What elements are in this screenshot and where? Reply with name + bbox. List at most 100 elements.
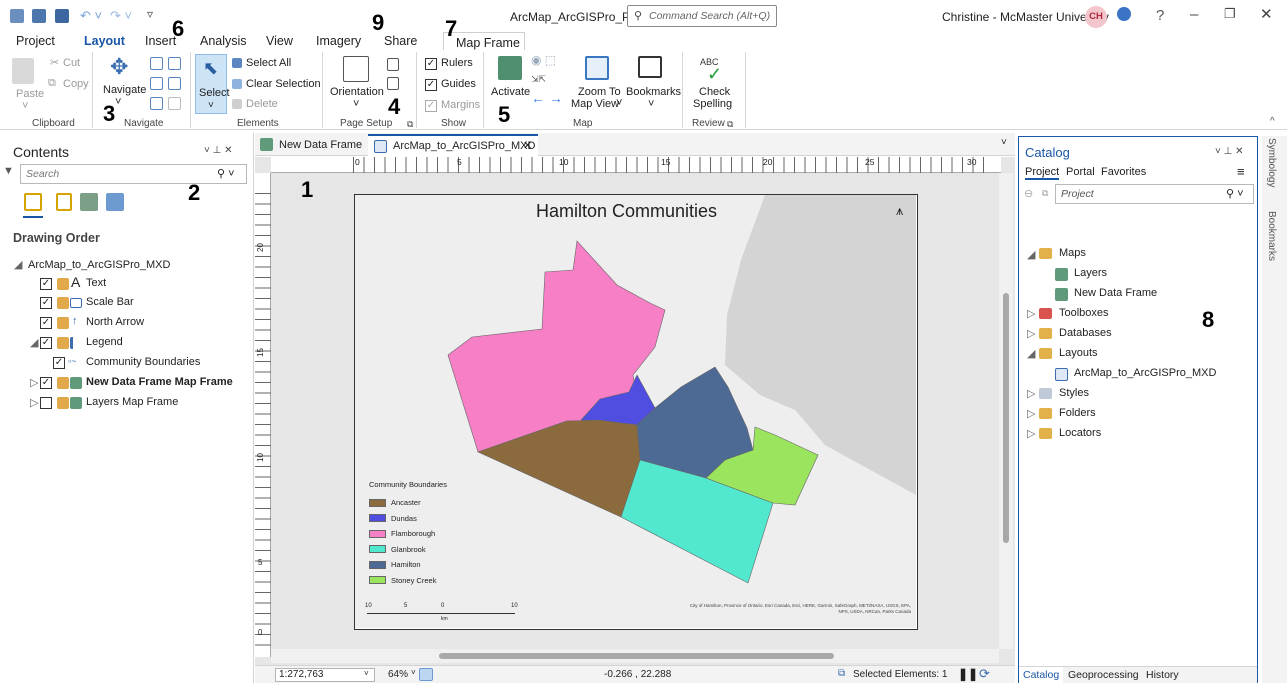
paste-icon[interactable] (12, 58, 34, 84)
catalog-layouts[interactable]: Layouts (1059, 347, 1098, 359)
page-setup-launcher-icon[interactable]: ⧉ (407, 119, 413, 130)
legend-expand-icon[interactable]: ◢ (30, 336, 38, 349)
project-icon[interactable] (10, 9, 24, 23)
side-tab-bookmarks[interactable]: Bookmarks (1266, 211, 1277, 261)
expand-icon[interactable]: ▷ (30, 376, 38, 389)
search-icon[interactable]: ⚲ ˅ (1226, 187, 1244, 200)
catalog-layers-map[interactable]: Layers (1074, 267, 1107, 279)
fixed-zoom-icon[interactable]: ⇲⇱ (531, 74, 546, 85)
activate-button[interactable]: Activate (491, 86, 530, 98)
tab-layout[interactable]: Layout (84, 34, 125, 48)
catalog-locators[interactable]: Locators (1059, 427, 1101, 439)
layers-map-frame-label[interactable]: Layers Map Frame (86, 396, 178, 408)
expand-icon[interactable]: ◢ (1027, 248, 1035, 261)
zoom-selected-icon[interactable] (150, 77, 163, 90)
scale-input[interactable]: 1:272,763 ˅ (275, 668, 375, 682)
tab-new-data-frame[interactable]: New Data Frame (279, 139, 362, 151)
horizontal-scroll-thumb[interactable] (439, 653, 834, 659)
tab-layout-document[interactable]: ArcMap_to_ArcGISPro_MXD ✕ (368, 134, 538, 156)
scale-bar[interactable]: 10 5 0 10 km (365, 603, 518, 623)
paste-button[interactable]: Paste (16, 88, 44, 100)
new-data-frame-visibility-checkbox[interactable]: ✓ (40, 377, 52, 389)
tab-imagery[interactable]: Imagery (316, 34, 361, 48)
close-tab-icon[interactable]: ✕ (523, 139, 532, 152)
back-icon[interactable]: ⊖ (1024, 187, 1033, 200)
bookmarks-button[interactable]: Bookmarks (626, 86, 681, 98)
lock-icon[interactable] (57, 337, 69, 349)
navigate-icon[interactable]: ✥ (110, 54, 128, 80)
layers-map-frame-visibility-checkbox[interactable] (40, 397, 52, 409)
tab-analysis[interactable]: Analysis (200, 34, 247, 48)
catalog-maps[interactable]: Maps (1059, 247, 1086, 259)
refresh-icon[interactable]: ⟳ (979, 666, 990, 682)
legend-label[interactable]: Legend (86, 336, 123, 348)
list-by-drawing-order-icon[interactable] (24, 193, 42, 211)
undo-icon[interactable]: ↶ ˅ (80, 8, 102, 24)
margins-checkbox[interactable]: ✓ (425, 100, 437, 112)
catalog-styles[interactable]: Styles (1059, 387, 1089, 399)
expand-icon[interactable]: ▷ (1027, 427, 1035, 440)
command-search[interactable]: ⚲ Command Search (Alt+Q) (627, 5, 777, 27)
vertical-scrollbar[interactable] (999, 173, 1013, 649)
lock-icon[interactable] (57, 397, 69, 409)
pane-options-icon[interactable]: ˅ ⊥ ✕ (1215, 146, 1244, 157)
minimize-icon[interactable]: – (1190, 6, 1198, 23)
lock-icon[interactable] (57, 278, 69, 290)
zoom-to-icon[interactable] (585, 56, 609, 80)
layout-page[interactable]: Hamilton Communities ⩚ Community Boundar… (354, 194, 918, 630)
tab-map-frame[interactable]: Map Frame (456, 36, 520, 50)
save-icon[interactable] (55, 9, 69, 23)
north-arrow-label[interactable]: North Arrow (86, 316, 144, 328)
horizontal-scrollbar[interactable] (271, 649, 999, 663)
vertical-scroll-thumb[interactable] (1003, 293, 1009, 543)
bottom-tab-history[interactable]: History (1146, 669, 1179, 681)
notifications-icon[interactable] (1117, 7, 1131, 21)
user-name[interactable]: Christine - McMaster University (942, 10, 1109, 24)
copy-button[interactable]: Copy (63, 78, 89, 90)
catalog-toolboxes[interactable]: Toolboxes (1059, 307, 1109, 319)
tab-project[interactable]: Project (16, 34, 55, 48)
new-data-frame-label[interactable]: New Data Frame Map Frame (86, 376, 233, 388)
back-forward-icon[interactable]: ← → (531, 90, 563, 106)
orientation-icon[interactable] (343, 56, 369, 82)
community-boundaries-label[interactable]: Community Boundaries (86, 356, 200, 368)
expand-icon[interactable]: ▷ (1027, 407, 1035, 420)
help-icon[interactable]: ? (1156, 7, 1164, 24)
previous-extent-icon[interactable] (150, 97, 163, 110)
avatar[interactable]: CH (1085, 6, 1107, 28)
close-icon[interactable]: ✕ (1260, 5, 1273, 23)
list-by-selection-icon[interactable] (80, 193, 98, 211)
text-element-label[interactable]: Text (86, 277, 106, 289)
tab-share[interactable]: Share (384, 34, 417, 48)
north-arrow-visibility-checkbox[interactable]: ✓ (40, 317, 52, 329)
select-all-button[interactable]: Select All (246, 57, 291, 69)
catalog-databases[interactable]: Databases (1059, 327, 1112, 339)
list-by-source-icon[interactable] (56, 193, 72, 211)
search-icon[interactable]: ⚲ ˅ (217, 167, 235, 180)
bottom-tab-catalog[interactable]: Catalog (1019, 667, 1064, 683)
review-launcher-icon[interactable]: ⧉ (727, 119, 733, 130)
redo-icon[interactable]: ↷ ˅ (110, 8, 132, 24)
tab-list-icon[interactable]: ˅ (1001, 137, 1007, 148)
navigate-button[interactable]: Navigate (103, 84, 146, 96)
list-by-snapping-icon[interactable] (106, 193, 124, 211)
catalog-search-input[interactable]: Project ⚲ ˅ (1055, 184, 1254, 204)
zoom-level[interactable]: 64% (388, 669, 408, 680)
catalog-tab-project[interactable]: Project (1025, 166, 1060, 180)
contents-search-input[interactable]: Search ⚲ ˅ (20, 164, 247, 184)
pause-drawing-icon[interactable]: ❚❚ (958, 667, 978, 681)
catalog-layout-item[interactable]: ArcMap_to_ArcGISPro_MXD (1074, 367, 1216, 379)
pane-options-icon[interactable]: ˅ ⊥ ✕ (204, 145, 233, 156)
expand-icon[interactable]: ▷ (30, 396, 38, 409)
lock-icon[interactable] (57, 317, 69, 329)
bookmarks-icon[interactable] (638, 56, 662, 78)
zoom-page-icon[interactable] (168, 77, 181, 90)
map-title-text[interactable]: Hamilton Communities (536, 201, 717, 222)
catalog-tab-favorites[interactable]: Favorites (1101, 166, 1146, 178)
expand-icon[interactable]: ▷ (1027, 327, 1035, 340)
legend-visibility-checkbox[interactable]: ✓ (40, 337, 52, 349)
catalog-folders[interactable]: Folders (1059, 407, 1096, 419)
layout-root-node[interactable]: ◢ ArcMap_to_ArcGISPro_MXD (14, 258, 170, 271)
next-extent-icon[interactable] (168, 97, 181, 110)
bottom-tab-geoprocessing[interactable]: Geoprocessing (1068, 669, 1139, 681)
